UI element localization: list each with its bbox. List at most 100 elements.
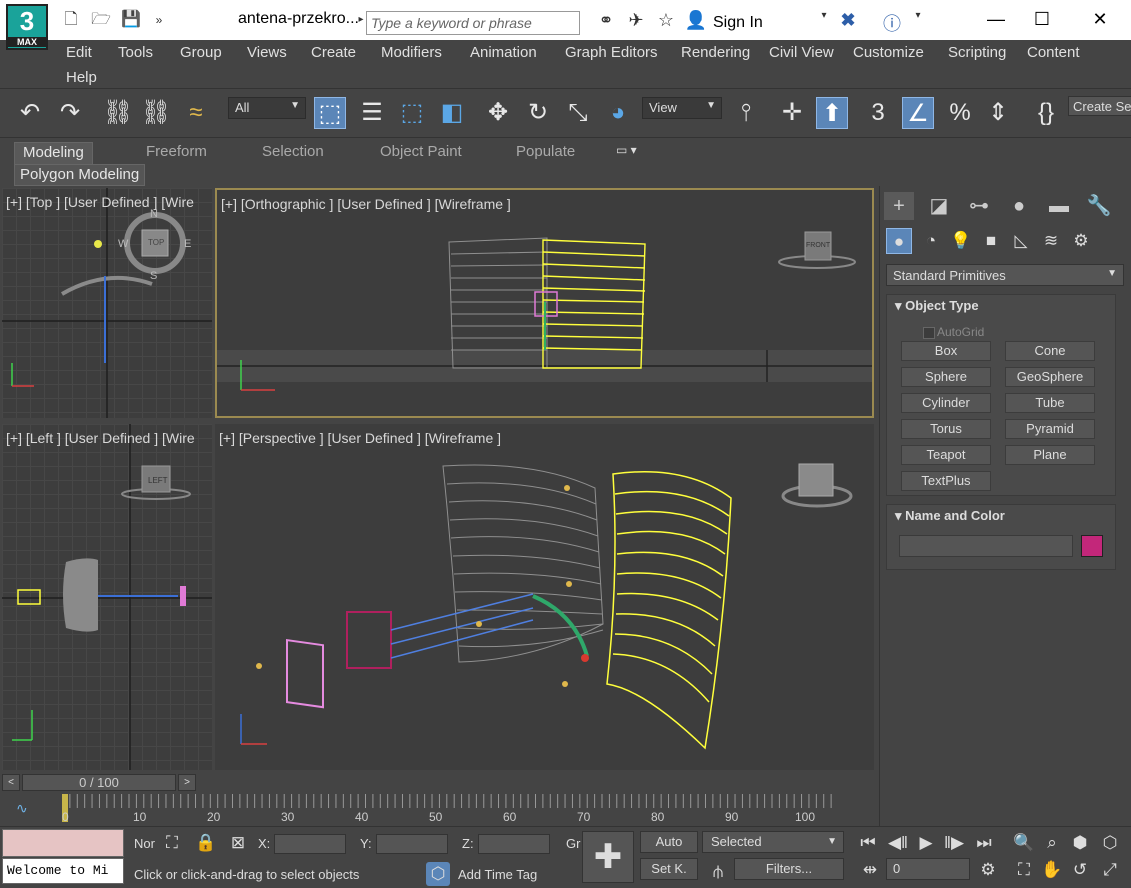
menu-views[interactable]: Views — [247, 44, 287, 61]
time-slider-thumb[interactable]: 0 / 100 — [22, 774, 176, 791]
plane-button[interactable]: Plane — [1005, 445, 1095, 465]
viewport-perspective[interactable]: [+] [Perspective ] [User Defined ] [Wire… — [215, 424, 874, 770]
snaps-toggle-icon[interactable]: 3 — [862, 97, 894, 129]
autogrid-checkbox[interactable] — [923, 327, 935, 339]
ribbon-options-icon[interactable]: ▭ ▾ — [608, 142, 645, 164]
create-selection-set-field[interactable]: Create Se — [1068, 96, 1131, 116]
maximize-viewport-icon[interactable]: ⤢ — [1098, 858, 1122, 882]
percent-snap-icon[interactable]: % — [944, 97, 976, 129]
zoom-all-icon[interactable]: ⌕ — [1040, 831, 1064, 855]
orbit-icon[interactable]: ↺ — [1068, 858, 1092, 882]
filters-button[interactable]: Filters... — [734, 858, 844, 880]
time-tag-icon[interactable]: ⬡ — [426, 862, 450, 886]
viewport-orthographic[interactable]: FRONT [+] [Orthographic ] [User Defined … — [215, 188, 874, 418]
select-manipulate-icon[interactable]: ✛ — [776, 97, 808, 129]
cone-button[interactable]: Cone — [1005, 341, 1095, 361]
menu-help[interactable]: Help — [66, 69, 97, 86]
ribbon-polygon-modeling[interactable]: Polygon Modeling — [14, 164, 146, 186]
motion-tab-icon[interactable]: ● — [1004, 192, 1034, 220]
box-button[interactable]: Box — [901, 341, 991, 361]
pyramid-button[interactable]: Pyramid — [1005, 419, 1095, 439]
viewport-top[interactable]: TOP N S E W [+] [Top ] [User Defined ] [… — [2, 188, 212, 418]
create-tab-plus-icon[interactable]: + — [884, 192, 914, 220]
maxscript-listener-output[interactable]: Welcome to Mi — [2, 858, 124, 884]
go-to-start-icon[interactable]: ⏮ — [856, 831, 880, 855]
key-mode-icon[interactable]: ⇹ — [858, 858, 882, 882]
sphere-button[interactable]: Sphere — [901, 367, 991, 387]
display-tab-icon[interactable]: ▬ — [1044, 192, 1074, 220]
time-prev-icon[interactable]: < — [2, 774, 20, 791]
cylinder-button[interactable]: Cylinder — [901, 393, 991, 413]
menu-modifiers[interactable]: Modifiers — [381, 44, 442, 61]
reference-coordinate-dropdown[interactable]: View ▼ — [642, 97, 722, 119]
curve-editor-icon[interactable]: ∿ — [16, 800, 28, 817]
open-folder-icon[interactable]: 🗁 — [90, 10, 112, 30]
viewport-orthographic-label[interactable]: [+] [Orthographic ] [User Defined ] [Wir… — [221, 196, 511, 212]
menu-create[interactable]: Create — [311, 44, 356, 61]
primitive-type-dropdown[interactable]: Standard Primitives ▼ — [886, 264, 1124, 286]
menu-rendering[interactable]: Rendering — [681, 44, 750, 61]
tab-freeform[interactable]: Freeform — [138, 142, 215, 164]
tab-modeling[interactable]: Modeling — [14, 142, 93, 164]
utilities-tab-wrench-icon[interactable]: 🔧 — [1084, 192, 1114, 220]
object-name-field[interactable] — [899, 535, 1073, 557]
menu-customize[interactable]: Customize — [853, 44, 924, 61]
rotate-icon[interactable]: ↻ — [522, 97, 554, 129]
time-configuration-icon[interactable]: ⚙ — [976, 858, 1000, 882]
y-coord-field[interactable] — [376, 834, 448, 854]
hierarchy-tab-icon[interactable]: ⊶ — [964, 192, 994, 220]
signin-dropdown-icon[interactable]: ▾ — [812, 10, 836, 21]
zoom-extents-icon[interactable]: ⬢ — [1068, 831, 1092, 855]
geosphere-button[interactable]: GeoSphere — [1005, 367, 1095, 387]
satellite-icon[interactable]: ✈ — [624, 10, 648, 31]
menu-group[interactable]: Group — [180, 44, 222, 61]
pivot-center-icon[interactable]: ⫯ — [730, 97, 762, 129]
redo-icon[interactable]: ↷ — [54, 97, 86, 129]
tube-button[interactable]: Tube — [1005, 393, 1095, 413]
absolute-mode-icon[interactable]: ⊠ — [226, 831, 250, 855]
object-type-header[interactable]: ▾ Object Type — [887, 295, 1115, 317]
next-frame-icon[interactable]: ‖▶ — [942, 831, 966, 855]
maxscript-listener-input[interactable] — [2, 829, 124, 857]
track-bar[interactable]: ∿ 0 10 20 30 40 50 60 70 80 90 100 — [0, 794, 878, 826]
favorites-star-icon[interactable]: ☆ — [654, 10, 678, 31]
zoom-extents-all-icon[interactable]: ⬡ — [1098, 831, 1122, 855]
binoculars-icon[interactable]: ⚭ — [594, 10, 618, 31]
previous-frame-icon[interactable]: ◀‖ — [886, 831, 910, 855]
isolate-selection-icon[interactable]: ⛶ — [160, 831, 184, 855]
more-tools-icon[interactable]: » — [148, 10, 170, 30]
menu-tools[interactable]: Tools — [118, 44, 153, 61]
tab-populate[interactable]: Populate — [508, 142, 583, 164]
cameras-icon[interactable]: ■ — [978, 228, 1004, 254]
textplus-button[interactable]: TextPlus — [901, 471, 991, 491]
selected-dropdown[interactable]: Selected ▼ — [702, 831, 844, 853]
viewport-left[interactable]: LEFT [+] [Left ] [User Defined ] [Wire — [2, 424, 212, 770]
place-icon[interactable]: ◕ — [602, 97, 634, 129]
viewport-perspective-label[interactable]: [+] [Perspective ] [User Defined ] [Wire… — [219, 430, 501, 446]
tab-selection[interactable]: Selection — [254, 142, 332, 164]
new-file-icon[interactable]: 🗋 — [60, 10, 82, 30]
spinner-snap-icon[interactable]: ⇕ — [982, 97, 1014, 129]
menu-edit[interactable]: Edit — [66, 44, 92, 61]
zoom-icon[interactable]: 🔍 — [1012, 831, 1036, 855]
menu-scripting[interactable]: Scripting — [948, 44, 1006, 61]
help-icon[interactable]: ⓘ — [880, 10, 904, 36]
menu-civil-view[interactable]: Civil View — [769, 44, 834, 61]
z-coord-field[interactable] — [478, 834, 550, 854]
save-icon[interactable]: 💾 — [120, 10, 142, 30]
scale-icon[interactable]: ⤡ — [562, 97, 594, 129]
menu-content[interactable]: Content — [1027, 44, 1080, 61]
current-frame-field[interactable]: 0 — [886, 858, 970, 880]
x-coord-field[interactable] — [274, 834, 346, 854]
modify-tab-icon[interactable]: ◪ — [924, 192, 954, 220]
spacewarps-icon[interactable]: ≋ — [1038, 228, 1064, 254]
help-dropdown-icon[interactable]: ▾ — [906, 10, 930, 21]
menu-animation[interactable]: Animation — [470, 44, 537, 61]
geometry-icon[interactable]: ● — [886, 228, 912, 254]
edit-named-selections-icon[interactable]: {} — [1030, 97, 1062, 129]
rectangular-selection-icon[interactable]: ⬚ — [396, 97, 428, 129]
maximize-button[interactable]: ☐ — [1022, 6, 1062, 32]
minimize-button[interactable]: — — [976, 6, 1016, 32]
menu-graph-editors[interactable]: Graph Editors — [565, 44, 658, 61]
pan-hand-icon[interactable]: ✋ — [1040, 858, 1064, 882]
